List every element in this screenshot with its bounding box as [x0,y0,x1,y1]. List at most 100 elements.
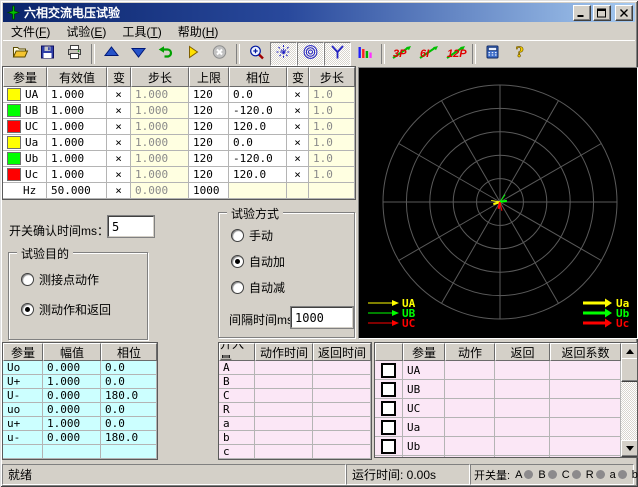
step-cell[interactable]: 1.000 [131,151,189,167]
vary-cell[interactable]: × [107,183,131,199]
toolbar-button-open-folder[interactable] [7,42,34,66]
mode-option[interactable]: 自动加 [231,253,285,270]
toolbar-button-mode-12p[interactable]: 12P [442,42,469,66]
toolbar-button-bar-chart[interactable] [351,42,378,66]
menu-item-tools[interactable]: 工具(T) [114,22,169,41]
purpose-option[interactable]: 测动作和返回 [21,301,111,318]
phase-cell[interactable]: 0.0 [229,135,287,151]
check-cell[interactable] [375,456,403,458]
toolbar-button-save[interactable] [34,42,61,66]
param-cell[interactable]: Uc [3,167,47,183]
value-cell[interactable]: 1.000 [47,87,107,103]
scroll-thumb[interactable] [621,358,638,382]
toolbar-button-print[interactable] [61,42,88,66]
vary-cell[interactable]: × [287,167,309,183]
phase-cell[interactable]: 120.0 [229,167,287,183]
toolbar-button-undo[interactable] [152,42,179,66]
limit-cell[interactable]: 1000 [189,183,229,199]
param-cell[interactable]: UB [3,103,47,119]
checkbox[interactable] [381,363,396,378]
radio-selected[interactable] [231,255,244,268]
vary-cell[interactable] [287,183,309,199]
checkbox[interactable] [381,458,396,459]
value-cell[interactable]: 1.000 [47,151,107,167]
radio-selected[interactable] [21,303,34,316]
param-cell[interactable]: Ua [3,135,47,151]
switch-confirm-input[interactable]: 5 [108,216,154,237]
vary-cell[interactable]: × [287,103,309,119]
vary-cell[interactable]: × [107,103,131,119]
step-cell[interactable]: 1.000 [131,135,189,151]
step-cell[interactable]: 1.0 [309,119,355,135]
limit-cell[interactable]: 120 [189,103,229,119]
step-cell[interactable]: 1.0 [309,167,355,183]
toolbar-button-concentric-circles[interactable] [297,42,324,66]
value-cell[interactable]: 1.000 [47,135,107,151]
menu-item-test[interactable]: 试验(E) [58,22,114,41]
radio-unselected[interactable] [231,229,244,242]
radio-unselected[interactable] [231,281,244,294]
phase-cell[interactable] [229,183,287,199]
vary-cell[interactable]: × [107,167,131,183]
step-cell[interactable]: 1.000 [131,103,189,119]
step-cell[interactable]: 1.0 [309,87,355,103]
menu-item-help[interactable]: 帮助(H) [170,22,227,41]
maximize-button[interactable] [593,5,611,21]
check-cell[interactable] [375,361,403,380]
value-cell[interactable]: 50.000 [47,183,107,199]
phase-cell[interactable]: -120.0 [229,151,287,167]
toolbar-button-help[interactable]: ? [506,42,533,66]
limit-cell[interactable]: 120 [189,87,229,103]
check-cell[interactable] [375,437,403,456]
check-cell[interactable] [375,418,403,437]
toolbar-button-calculator[interactable] [479,42,506,66]
limit-cell[interactable]: 120 [189,167,229,183]
checkbox[interactable] [381,382,396,397]
param-cell[interactable]: Ub [3,151,47,167]
toolbar-button-star-rays[interactable] [270,42,297,66]
phase-cell[interactable]: 0.0 [229,87,287,103]
limit-cell[interactable]: 120 [189,135,229,151]
value-cell[interactable]: 1.000 [47,119,107,135]
vary-cell[interactable]: × [107,87,131,103]
check-cell[interactable] [375,380,403,399]
vary-cell[interactable]: × [107,135,131,151]
toolbar-button-start-test[interactable] [179,42,206,66]
menu-item-file[interactable]: 文件(F) [3,22,58,41]
checkbox[interactable] [381,401,396,416]
param-cell[interactable]: UA [3,87,47,103]
vary-cell[interactable]: × [287,151,309,167]
checkbox[interactable] [381,420,396,435]
check-cell[interactable] [375,399,403,418]
step-cell[interactable]: 1.000 [131,87,189,103]
step-cell[interactable]: 1.0 [309,135,355,151]
toolbar-button-raise-output[interactable] [98,42,125,66]
scroll-down-button[interactable] [621,440,638,457]
step-cell[interactable]: 1.000 [131,167,189,183]
step-cell[interactable]: 1.000 [131,119,189,135]
toolbar-button-zoom[interactable] [243,42,270,66]
radio-unselected[interactable] [21,273,34,286]
mode-option[interactable]: 自动减 [231,279,285,296]
toolbar-button-mode-6i[interactable]: 6I [415,42,442,66]
param-cell[interactable]: UC [3,119,47,135]
minimize-button[interactable] [573,5,591,21]
limit-cell[interactable]: 120 [189,119,229,135]
value-cell[interactable]: 1.000 [47,167,107,183]
step-cell[interactable] [309,183,355,199]
vary-cell[interactable]: × [287,87,309,103]
vary-cell[interactable]: × [107,119,131,135]
step-cell[interactable]: 0.000 [131,183,189,199]
toolbar-button-lower-output[interactable] [125,42,152,66]
phase-cell[interactable]: 120.0 [229,119,287,135]
param-cell[interactable]: Hz [3,183,47,199]
interval-input[interactable]: 1000 [291,307,353,328]
checkbox[interactable] [381,439,396,454]
step-cell[interactable]: 1.0 [309,151,355,167]
vary-cell[interactable]: × [287,135,309,151]
close-button[interactable] [615,5,633,21]
limit-cell[interactable]: 120 [189,151,229,167]
toolbar-button-y-vector[interactable] [324,42,351,66]
vary-cell[interactable]: × [107,151,131,167]
toolbar-button-mode-3p[interactable]: 3P [388,42,415,66]
